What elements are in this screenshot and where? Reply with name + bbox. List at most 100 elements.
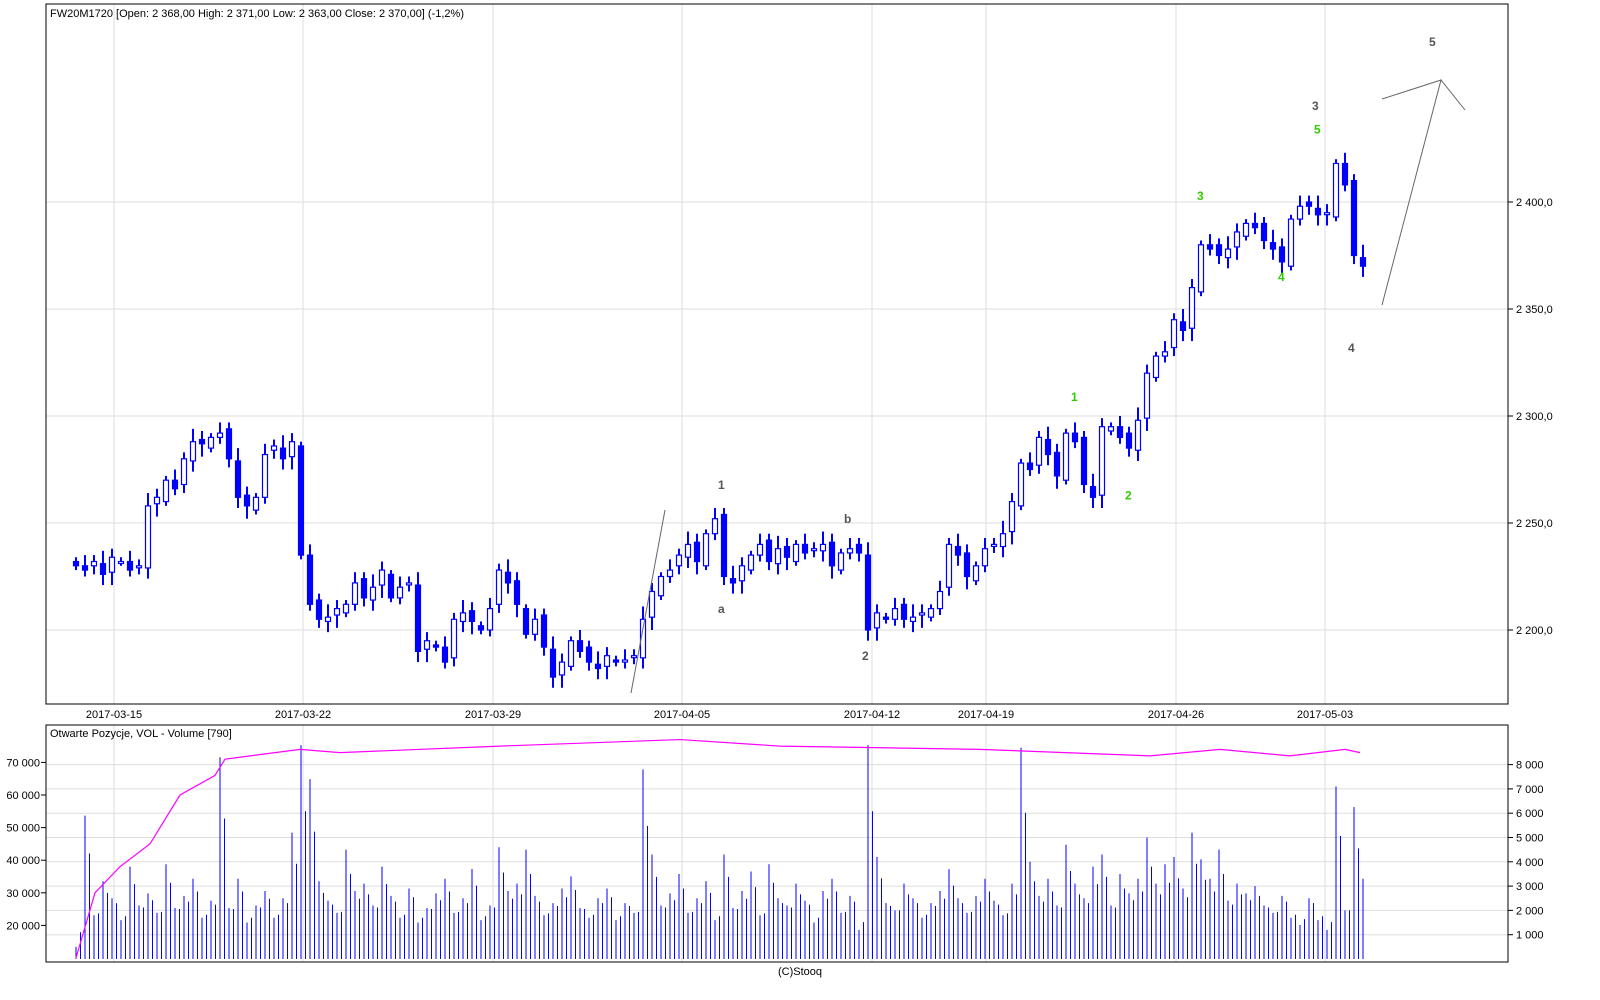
forecast-line	[1381, 78, 1466, 306]
wave-label-gray: 3	[1312, 99, 1319, 113]
candle	[1152, 351, 1160, 382]
candle	[918, 604, 926, 628]
candle	[378, 561, 386, 598]
date-tick-label: 2017-05-03	[1297, 709, 1353, 721]
candle	[225, 422, 233, 468]
candle	[783, 537, 791, 571]
candle	[981, 537, 989, 573]
candle	[765, 533, 773, 571]
wave-label-green: 3	[1197, 189, 1204, 203]
price-tick-label: 2 250,0	[1516, 518, 1553, 530]
candle	[873, 604, 881, 641]
candle	[612, 655, 620, 667]
candle	[702, 529, 710, 571]
candle	[963, 544, 971, 590]
wave-label-green: 1	[1071, 390, 1078, 404]
candle	[1233, 223, 1241, 260]
candle	[900, 597, 908, 628]
candle	[936, 580, 944, 616]
oi-tick-label: 50 000	[6, 823, 40, 835]
candle	[846, 537, 854, 560]
candle	[342, 600, 350, 618]
instrument-header: FW20M1720 [Open: 2 368,00 High: 2 371,00…	[50, 8, 464, 20]
chart-window: 2 400,0 2 350,0 2 300,0 2 250,0 2 200,0 2017-…	[0, 0, 1600, 1000]
wave-label-gray: 4	[1348, 341, 1355, 355]
candle	[234, 448, 242, 509]
date-tick-label: 2017-03-29	[465, 709, 521, 721]
candle	[1197, 240, 1205, 297]
candle	[495, 563, 503, 613]
candle	[1089, 473, 1097, 509]
lower-panel-title: Otwarte Pozycje, VOL - Volume [790]	[50, 728, 232, 740]
candle	[180, 452, 188, 494]
candle	[1026, 452, 1034, 476]
candle	[396, 576, 404, 605]
date-tick-label: 2017-04-05	[654, 709, 710, 721]
volume-tick-label: 3 000	[1516, 881, 1544, 893]
date-tick-label: 2017-04-19	[958, 709, 1014, 721]
date-tick-label: 2017-04-12	[844, 709, 900, 721]
candle	[1224, 236, 1232, 269]
candle	[882, 612, 890, 624]
candle	[837, 548, 845, 575]
candle	[1341, 152, 1349, 192]
candle	[729, 565, 737, 594]
candle	[99, 550, 107, 586]
candle	[90, 555, 98, 575]
candle	[657, 572, 665, 601]
candle	[1260, 216, 1268, 250]
candle	[315, 593, 323, 628]
candle	[252, 493, 260, 515]
price-tick-label: 2 200,0	[1516, 625, 1553, 637]
candle	[297, 441, 305, 560]
candle	[810, 542, 818, 558]
candle	[1296, 195, 1304, 226]
volume-tick-label: 5 000	[1516, 833, 1544, 845]
candle	[1179, 309, 1187, 342]
candle	[1332, 159, 1340, 222]
candle	[693, 533, 701, 575]
candle	[1359, 244, 1367, 277]
wave-label-gray: 5	[1429, 35, 1436, 49]
candle	[279, 435, 287, 470]
candle	[828, 533, 836, 579]
candle	[387, 570, 395, 603]
oi-tick-label: 70 000	[6, 757, 40, 769]
candle	[243, 486, 251, 519]
candle	[531, 608, 539, 641]
candle	[1008, 493, 1016, 545]
candle	[756, 533, 764, 562]
candle	[117, 557, 125, 566]
candle	[666, 559, 674, 583]
trend-line	[630, 509, 666, 694]
candle	[990, 537, 998, 553]
candle	[999, 520, 1007, 558]
date-tick-label: 2017-04-26	[1148, 709, 1204, 721]
candle	[792, 540, 800, 566]
candle	[972, 561, 980, 586]
volume-tick-label: 7 000	[1516, 784, 1544, 796]
forecast-line	[1381, 79, 1442, 100]
candle	[909, 604, 917, 633]
candle	[720, 508, 728, 586]
wave-label-green: 5	[1314, 123, 1321, 137]
candle	[135, 559, 143, 575]
candle	[1062, 428, 1070, 485]
wave-label-gray: 2	[862, 649, 869, 663]
candle	[855, 537, 863, 562]
candle	[1305, 195, 1313, 215]
candle	[369, 574, 377, 611]
candle	[153, 488, 161, 517]
candle	[1035, 430, 1043, 474]
candle	[414, 572, 422, 663]
candle	[585, 640, 593, 671]
candle	[1098, 418, 1106, 509]
candle	[1206, 234, 1214, 256]
candle	[216, 422, 224, 444]
candle	[801, 533, 809, 560]
candle	[711, 508, 719, 541]
oi-tick-label: 20 000	[6, 920, 40, 932]
candle	[441, 636, 449, 669]
candle	[621, 649, 629, 669]
candle	[189, 428, 197, 472]
